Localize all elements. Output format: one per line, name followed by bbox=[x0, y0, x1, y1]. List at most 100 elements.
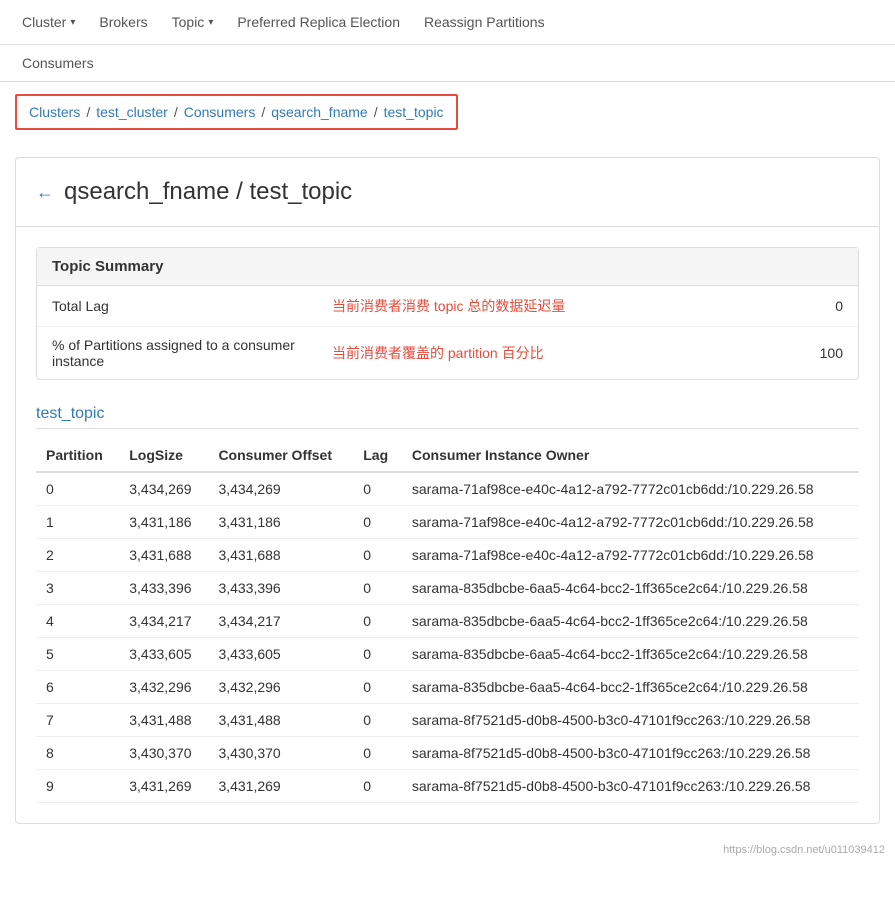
nav-consumers[interactable]: Consumers bbox=[10, 45, 885, 81]
nav-preferred-replica-election[interactable]: Preferred Replica Election bbox=[225, 0, 412, 44]
cell-logsize: 3,431,488 bbox=[119, 704, 208, 737]
summary-value-total-lag: 0 bbox=[783, 298, 843, 314]
cell-logsize: 3,434,269 bbox=[119, 472, 208, 506]
breadcrumb-container: Clusters / test_cluster / Consumers / qs… bbox=[0, 82, 895, 142]
breadcrumb-clusters[interactable]: Clusters bbox=[29, 104, 80, 120]
table-body: 0 3,434,269 3,434,269 0 sarama-71af98ce-… bbox=[36, 472, 859, 803]
table-row: 7 3,431,488 3,431,488 0 sarama-8f7521d5-… bbox=[36, 704, 859, 737]
cell-lag: 0 bbox=[353, 704, 402, 737]
col-header-owner: Consumer Instance Owner bbox=[402, 439, 859, 472]
cell-owner: sarama-8f7521d5-d0b8-4500-b3c0-47101f9cc… bbox=[402, 737, 859, 770]
cell-lag: 0 bbox=[353, 506, 402, 539]
cell-logsize: 3,431,688 bbox=[119, 539, 208, 572]
cell-lag: 0 bbox=[353, 737, 402, 770]
cell-consumer-offset: 3,432,296 bbox=[208, 671, 353, 704]
cell-consumer-offset: 3,431,269 bbox=[208, 770, 353, 803]
cell-owner: sarama-71af98ce-e40c-4a12-a792-7772c01cb… bbox=[402, 506, 859, 539]
table-row: 9 3,431,269 3,431,269 0 sarama-8f7521d5-… bbox=[36, 770, 859, 803]
table-row: 1 3,431,186 3,431,186 0 sarama-71af98ce-… bbox=[36, 506, 859, 539]
nav-cluster[interactable]: Cluster ▾ bbox=[10, 0, 87, 44]
table-row: 2 3,431,688 3,431,688 0 sarama-71af98ce-… bbox=[36, 539, 859, 572]
cell-lag: 0 bbox=[353, 472, 402, 506]
cell-consumer-offset: 3,434,269 bbox=[208, 472, 353, 506]
summary-label-partitions: % of Partitions assigned to a consumer i… bbox=[52, 337, 332, 369]
breadcrumb-qsearch-fname[interactable]: qsearch_fname bbox=[271, 104, 368, 120]
nav-second-row: Consumers bbox=[0, 45, 895, 82]
topic-summary-section: Topic Summary Total Lag 当前消费者消费 topic 总的… bbox=[36, 247, 859, 380]
cell-owner: sarama-835dbcbe-6aa5-4c64-bcc2-1ff365ce2… bbox=[402, 605, 859, 638]
back-arrow[interactable]: ← bbox=[36, 182, 54, 203]
cell-partition: 2 bbox=[36, 539, 119, 572]
cell-owner: sarama-835dbcbe-6aa5-4c64-bcc2-1ff365ce2… bbox=[402, 638, 859, 671]
nav-brokers[interactable]: Brokers bbox=[87, 0, 159, 44]
cell-logsize: 3,433,605 bbox=[119, 638, 208, 671]
page-title-section: ← qsearch_fname / test_topic bbox=[16, 158, 879, 227]
cell-owner: sarama-835dbcbe-6aa5-4c64-bcc2-1ff365ce2… bbox=[402, 671, 859, 704]
table-row: 0 3,434,269 3,434,269 0 sarama-71af98ce-… bbox=[36, 472, 859, 506]
col-header-consumer-offset: Consumer Offset bbox=[208, 439, 353, 472]
page-title: qsearch_fname / test_topic bbox=[64, 178, 352, 206]
cell-owner: sarama-71af98ce-e40c-4a12-a792-7772c01cb… bbox=[402, 539, 859, 572]
cell-consumer-offset: 3,431,688 bbox=[208, 539, 353, 572]
summary-description-total-lag: 当前消费者消费 topic 总的数据延迟量 bbox=[332, 296, 783, 316]
nav-topic[interactable]: Topic ▾ bbox=[160, 0, 226, 44]
cell-partition: 0 bbox=[36, 472, 119, 506]
cell-owner: sarama-71af98ce-e40c-4a12-a792-7772c01cb… bbox=[402, 472, 859, 506]
summary-value-partitions: 100 bbox=[783, 345, 843, 361]
partition-table: Partition LogSize Consumer Offset Lag Co… bbox=[36, 439, 859, 803]
table-row: 3 3,433,396 3,433,396 0 sarama-835dbcbe-… bbox=[36, 572, 859, 605]
cell-logsize: 3,433,396 bbox=[119, 572, 208, 605]
cell-lag: 0 bbox=[353, 671, 402, 704]
col-header-logsize: LogSize bbox=[119, 439, 208, 472]
cell-consumer-offset: 3,431,186 bbox=[208, 506, 353, 539]
cell-logsize: 3,430,370 bbox=[119, 737, 208, 770]
cell-lag: 0 bbox=[353, 770, 402, 803]
cell-partition: 6 bbox=[36, 671, 119, 704]
cluster-dropdown-arrow: ▾ bbox=[70, 17, 75, 28]
cell-logsize: 3,434,217 bbox=[119, 605, 208, 638]
breadcrumb-test-topic[interactable]: test_topic bbox=[384, 104, 444, 120]
cell-partition: 5 bbox=[36, 638, 119, 671]
main-content: ← qsearch_fname / test_topic Topic Summa… bbox=[15, 157, 880, 824]
nav-reassign-partitions[interactable]: Reassign Partitions bbox=[412, 0, 557, 44]
table-header: Partition LogSize Consumer Offset Lag Co… bbox=[36, 439, 859, 472]
breadcrumb: Clusters / test_cluster / Consumers / qs… bbox=[15, 94, 458, 130]
cell-consumer-offset: 3,434,217 bbox=[208, 605, 353, 638]
cell-logsize: 3,431,186 bbox=[119, 506, 208, 539]
col-header-partition: Partition bbox=[36, 439, 119, 472]
breadcrumb-test-cluster[interactable]: test_cluster bbox=[96, 104, 168, 120]
cell-consumer-offset: 3,433,605 bbox=[208, 638, 353, 671]
summary-label-total-lag: Total Lag bbox=[52, 298, 332, 314]
cell-consumer-offset: 3,433,396 bbox=[208, 572, 353, 605]
cell-partition: 7 bbox=[36, 704, 119, 737]
col-header-lag: Lag bbox=[353, 439, 402, 472]
cell-consumer-offset: 3,430,370 bbox=[208, 737, 353, 770]
cell-partition: 8 bbox=[36, 737, 119, 770]
topic-summary-header: Topic Summary bbox=[37, 248, 858, 286]
summary-description-partitions: 当前消费者覆盖的 partition 百分比 bbox=[332, 343, 783, 363]
summary-row-total-lag: Total Lag 当前消费者消费 topic 总的数据延迟量 0 bbox=[37, 286, 858, 327]
cell-partition: 1 bbox=[36, 506, 119, 539]
cell-lag: 0 bbox=[353, 572, 402, 605]
cell-owner: sarama-835dbcbe-6aa5-4c64-bcc2-1ff365ce2… bbox=[402, 572, 859, 605]
table-row: 6 3,432,296 3,432,296 0 sarama-835dbcbe-… bbox=[36, 671, 859, 704]
cell-partition: 4 bbox=[36, 605, 119, 638]
cell-owner: sarama-8f7521d5-d0b8-4500-b3c0-47101f9cc… bbox=[402, 704, 859, 737]
breadcrumb-consumers[interactable]: Consumers bbox=[184, 104, 256, 120]
topic-table-section: test_topic Partition LogSize Consumer Of… bbox=[36, 400, 859, 803]
cell-lag: 0 bbox=[353, 638, 402, 671]
cell-partition: 9 bbox=[36, 770, 119, 803]
cell-lag: 0 bbox=[353, 605, 402, 638]
cell-owner: sarama-8f7521d5-d0b8-4500-b3c0-47101f9cc… bbox=[402, 770, 859, 803]
cell-logsize: 3,431,269 bbox=[119, 770, 208, 803]
nav-bar: Cluster ▾ Brokers Topic ▾ Preferred Repl… bbox=[0, 0, 895, 45]
table-row: 5 3,433,605 3,433,605 0 sarama-835dbcbe-… bbox=[36, 638, 859, 671]
topic-name-header[interactable]: test_topic bbox=[36, 400, 859, 429]
topic-dropdown-arrow: ▾ bbox=[208, 17, 213, 28]
table-row: 4 3,434,217 3,434,217 0 sarama-835dbcbe-… bbox=[36, 605, 859, 638]
cell-consumer-offset: 3,431,488 bbox=[208, 704, 353, 737]
watermark: https://blog.csdn.net/u011039412 bbox=[0, 839, 895, 861]
cell-partition: 3 bbox=[36, 572, 119, 605]
cell-logsize: 3,432,296 bbox=[119, 671, 208, 704]
cell-lag: 0 bbox=[353, 539, 402, 572]
